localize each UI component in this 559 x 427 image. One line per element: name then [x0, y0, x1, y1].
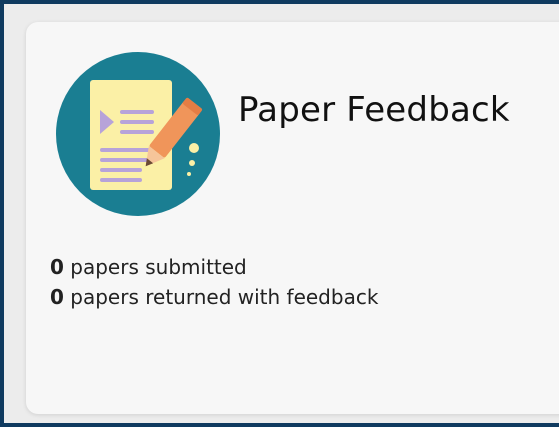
- card-title: Paper Feedback: [238, 90, 510, 130]
- paper-pencil-icon: [56, 52, 220, 216]
- stats-list: 0 papers submitted 0 papers returned wit…: [50, 252, 378, 312]
- stat-papers-submitted: 0 papers submitted: [50, 252, 378, 282]
- stat-count: 0: [50, 285, 64, 309]
- stat-count: 0: [50, 255, 64, 279]
- stat-label: papers submitted: [70, 255, 247, 279]
- paper-feedback-card[interactable]: Paper Feedback 0 papers submitted 0 pape…: [26, 22, 559, 414]
- stat-papers-returned: 0 papers returned with feedback: [50, 282, 378, 312]
- stat-label: papers returned with feedback: [70, 285, 379, 309]
- window-frame: Paper Feedback 0 papers submitted 0 pape…: [0, 0, 559, 427]
